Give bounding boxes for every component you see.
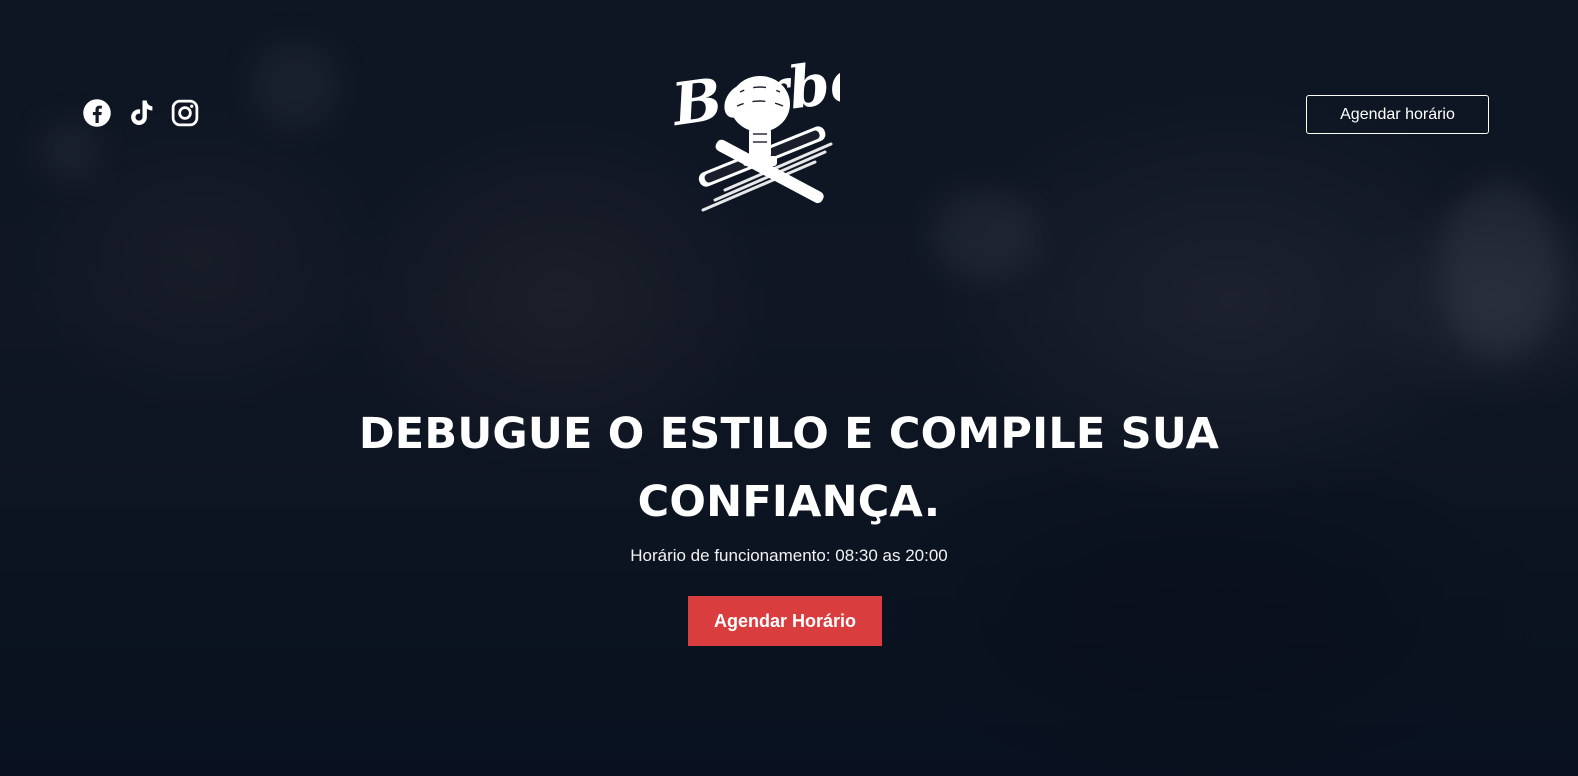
opening-hours: Horário de funcionamento: 08:30 as 20:00: [630, 546, 948, 565]
social-links: [82, 98, 200, 128]
schedule-button[interactable]: Agendar Horário: [688, 596, 882, 646]
svg-text:Barber: Barber: [666, 40, 840, 140]
hero-title: DEBUGUE O ESTILO E COMPILE SUA CONFIANÇA…: [358, 409, 1220, 527]
brand-logo[interactable]: Barber: [665, 22, 840, 222]
facebook-icon[interactable]: [82, 98, 112, 128]
hero-section: Barber Agendar horário DEBUGUE O ESTILO …: [0, 0, 1578, 776]
instagram-icon[interactable]: [170, 98, 200, 128]
tiktok-icon[interactable]: [126, 98, 156, 128]
header-schedule-button[interactable]: Agendar horário: [1306, 95, 1489, 134]
